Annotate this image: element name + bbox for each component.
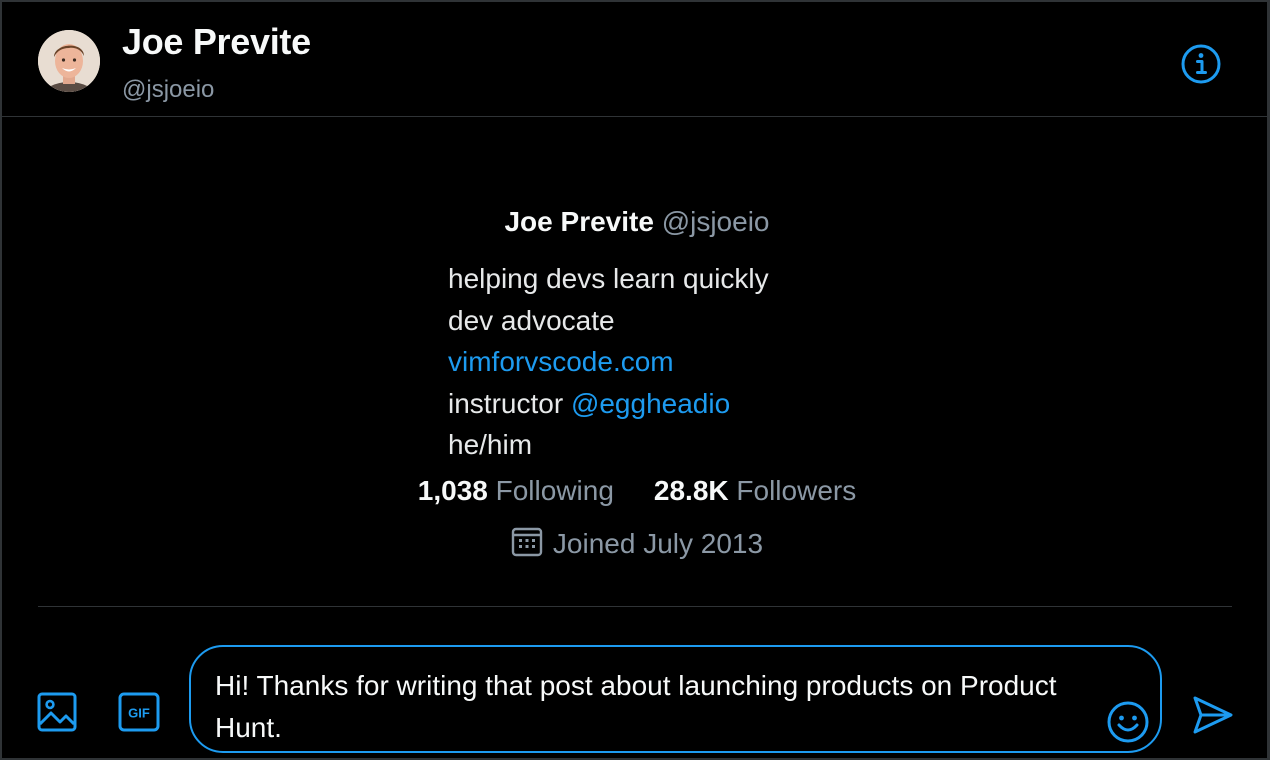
bio-mention-link[interactable]: @eggheadio bbox=[571, 388, 730, 419]
bio-line: helping devs learn quickly bbox=[448, 263, 769, 294]
bio-instructor-text: instructor bbox=[448, 387, 571, 419]
followers-link[interactable]: 28.8K Followers bbox=[654, 475, 856, 506]
header-display-name: Joe Previte bbox=[122, 21, 311, 62]
info-icon[interactable] bbox=[1179, 42, 1223, 86]
profile-display-name[interactable]: Joe Previte bbox=[504, 206, 653, 237]
send-icon[interactable] bbox=[1190, 692, 1236, 738]
emoji-icon[interactable] bbox=[1105, 699, 1151, 745]
profile-name-row: Joe Previte @jsjoeio bbox=[2, 206, 1270, 238]
joined-date: Joined July 2013 bbox=[2, 527, 1270, 560]
following-count: 1,038 bbox=[417, 475, 488, 506]
following-link[interactable]: 1,038 Following bbox=[418, 475, 614, 506]
divider bbox=[38, 606, 1232, 607]
profile-stats: 1,038 Following 28.8K Followers bbox=[2, 475, 1270, 507]
svg-text:GIF: GIF bbox=[128, 706, 150, 721]
message-text[interactable]: Hi! Thanks for writing that post about l… bbox=[215, 665, 1085, 749]
profile-handle: @jsjoeio bbox=[661, 206, 770, 237]
joined-text: Joined July 2013 bbox=[552, 528, 764, 559]
dm-window: Joe Previte @jsjoeio Joe Previte @jsjoei… bbox=[0, 0, 1270, 760]
bio-website-link[interactable]: vimforvscode.com bbox=[448, 341, 769, 383]
image-icon[interactable] bbox=[37, 692, 77, 737]
bio-line: instructor @eggheadio bbox=[448, 383, 769, 425]
followers-count: 28.8K bbox=[653, 475, 729, 506]
profile-bio: helping devs learn quickly dev advocate … bbox=[448, 258, 769, 466]
message-input[interactable]: Hi! Thanks for writing that post about l… bbox=[189, 645, 1162, 753]
avatar[interactable] bbox=[38, 30, 100, 92]
conversation-header: Joe Previte @jsjoeio bbox=[2, 2, 1270, 117]
bio-line: dev advocate bbox=[448, 304, 615, 336]
following-label: Following bbox=[495, 475, 614, 506]
calendar-icon bbox=[511, 527, 543, 557]
followers-label: Followers bbox=[736, 475, 857, 506]
bio-line: he/him bbox=[448, 429, 533, 460]
header-handle: @jsjoeio bbox=[122, 76, 215, 103]
gif-icon[interactable]: GIF bbox=[118, 692, 160, 737]
